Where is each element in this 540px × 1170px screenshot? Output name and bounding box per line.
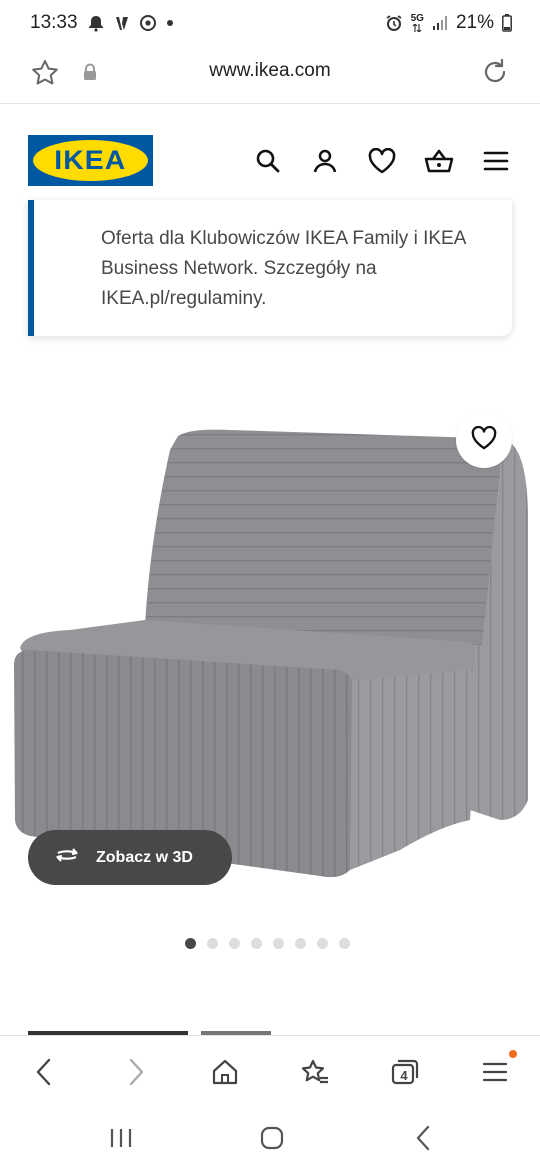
product-image[interactable]: [0, 380, 540, 900]
rotate-3d-icon: [52, 845, 82, 870]
tabs-button[interactable]: 4: [387, 1054, 423, 1090]
carousel-dot[interactable]: [339, 938, 350, 949]
bell-icon: [88, 15, 104, 32]
favourites-heart-icon[interactable]: [366, 145, 398, 177]
carousel-dot[interactable]: [251, 938, 262, 949]
system-back-button[interactable]: [408, 1123, 438, 1153]
browser-menu-button[interactable]: [477, 1050, 517, 1090]
carousel-dot[interactable]: [185, 938, 196, 949]
carousel-dot[interactable]: [273, 938, 284, 949]
home-button[interactable]: [207, 1054, 243, 1090]
menu-hamburger-icon[interactable]: [480, 145, 512, 177]
alarm-icon: [385, 14, 403, 32]
tabs-count: 4: [400, 1067, 408, 1083]
battery-percent: 21%: [455, 12, 494, 33]
menu-notification-dot: [509, 1050, 517, 1058]
search-icon[interactable]: [252, 145, 284, 177]
promo-notice-card: Oferta dla Klubowiczów IKEA Family i IKE…: [28, 200, 512, 336]
heart-icon: [471, 425, 497, 455]
network-type-label: 5G: [410, 13, 424, 24]
chrome-icon: [139, 15, 156, 31]
browser-toolbar: 4: [0, 1035, 540, 1103]
system-navigation-bar: [0, 1103, 540, 1170]
header-actions: [252, 145, 512, 177]
more-notifications-dot-icon: [166, 19, 174, 27]
image-carousel-dots: [185, 938, 350, 949]
add-to-favourites-button[interactable]: [456, 412, 512, 468]
status-time: 13:33: [30, 12, 78, 33]
shopping-basket-icon[interactable]: [423, 145, 455, 177]
v-app-icon: [114, 15, 130, 32]
view-in-3d-label: Zobacz w 3D: [96, 848, 193, 866]
carousel-dot[interactable]: [317, 938, 328, 949]
logo-text: IKEA: [54, 145, 127, 175]
browser-url-bar: www.ikea.com: [0, 46, 540, 104]
system-home-button[interactable]: [257, 1123, 287, 1153]
promo-text: Oferta dla Klubowiczów IKEA Family i IKE…: [101, 228, 466, 309]
forward-button[interactable]: [118, 1054, 154, 1090]
back-button[interactable]: [26, 1054, 62, 1090]
view-in-3d-button[interactable]: Zobacz w 3D: [28, 830, 232, 885]
recent-apps-button[interactable]: [106, 1123, 136, 1153]
carousel-dot[interactable]: [295, 938, 306, 949]
bookmarks-button[interactable]: [297, 1054, 333, 1090]
network-indicator: 5G: [411, 14, 424, 32]
status-bar: 13:33 5G 21%: [0, 0, 540, 46]
signal-icon: [432, 15, 448, 31]
reload-icon[interactable]: [480, 57, 510, 92]
chair-bed-illustration: [14, 429, 528, 878]
battery-icon: [502, 14, 512, 32]
url-address-field[interactable]: www.ikea.com: [0, 60, 540, 82]
carousel-dot[interactable]: [207, 938, 218, 949]
carousel-dot[interactable]: [229, 938, 240, 949]
ikea-logo[interactable]: IKEA: [28, 135, 153, 186]
account-icon[interactable]: [309, 145, 341, 177]
logo-oval: IKEA: [33, 140, 148, 181]
